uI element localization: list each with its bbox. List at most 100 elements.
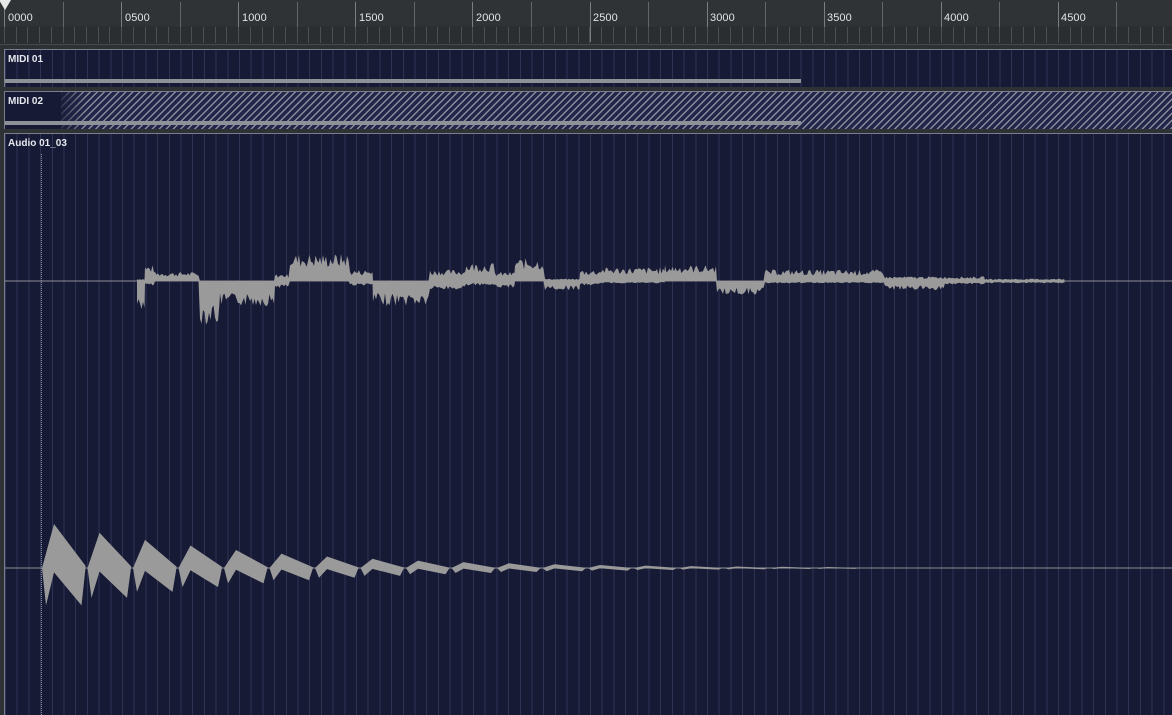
midi-event-bar[interactable] — [5, 121, 801, 125]
ruler-subtick — [98, 27, 99, 43]
ruler-subtick — [109, 27, 110, 43]
ruler-subtick — [168, 27, 169, 43]
ruler-subtick — [74, 27, 75, 43]
ruler-subtick — [929, 27, 930, 43]
ruler-subtick — [355, 27, 356, 43]
ruler-subtick — [121, 27, 122, 43]
ruler-subtick — [437, 27, 438, 43]
ruler-label: 4000 — [944, 12, 969, 24]
audio-waveform — [5, 254, 1172, 606]
ruler-subtick — [203, 27, 204, 43]
ruler-subtick — [332, 27, 333, 43]
ruler-subtick — [1034, 27, 1035, 43]
ruler-label: 2000 — [476, 12, 501, 24]
waveform-pulse — [178, 545, 222, 588]
ruler-subtick — [730, 27, 731, 43]
waveform-pulse — [542, 564, 586, 572]
ruler-subtick — [1128, 27, 1129, 43]
ruler-subtick — [472, 27, 473, 43]
ruler-subtick — [835, 27, 836, 43]
ruler-subtick — [707, 27, 708, 43]
waveform-pulse — [133, 539, 177, 592]
ruler-subtick — [543, 27, 544, 43]
ruler-subtick — [320, 27, 321, 43]
midi-event-bar[interactable] — [5, 79, 801, 83]
ruler-subtick — [742, 27, 743, 43]
ruler-label: 0500 — [125, 12, 150, 24]
waveform-pulse — [87, 532, 131, 598]
waveform-pulse — [451, 562, 495, 574]
ruler-subtick — [1116, 27, 1117, 43]
waveform-pulse — [224, 549, 268, 584]
ruler-subtick — [847, 27, 848, 43]
waveform-pulse — [815, 567, 859, 569]
waveform-pulse — [315, 556, 359, 578]
ruler-subtick — [660, 27, 661, 43]
ruler-subtick — [262, 27, 263, 43]
ruler-subtick — [402, 27, 403, 43]
waveform-pulse — [406, 560, 450, 575]
waveform-pulse — [633, 565, 677, 571]
ruler-subtick — [753, 27, 754, 43]
ruler-subtick — [226, 27, 227, 43]
ruler-subtick — [683, 27, 684, 43]
ruler-subtick — [859, 27, 860, 43]
ruler-subtick — [508, 27, 509, 43]
ruler-subtick — [496, 27, 497, 43]
ruler-subtick — [812, 27, 813, 43]
ruler-subtick — [1093, 27, 1094, 43]
ruler-subtick — [16, 27, 17, 43]
ruler-subtick — [414, 27, 415, 43]
ruler-subtick — [51, 27, 52, 43]
ruler-label: 4500 — [1061, 12, 1086, 24]
ruler-subtick — [1070, 27, 1071, 43]
ruler-subtick — [976, 27, 977, 43]
ruler-subtick — [789, 27, 790, 43]
ruler-subtick — [27, 27, 28, 43]
ruler-subtick — [390, 27, 391, 43]
ruler-tick — [590, 2, 591, 42]
ruler-subtick — [953, 27, 954, 43]
waveform-pulse — [269, 553, 313, 581]
ruler-subtick — [636, 27, 637, 43]
waveform-pulse — [770, 566, 814, 570]
ruler-subtick — [566, 27, 567, 43]
ruler-subtick — [1011, 27, 1012, 43]
ruler-subtick — [250, 27, 251, 43]
ruler-subtick — [63, 27, 64, 43]
ruler-subtick — [133, 27, 134, 43]
waveform-pulse — [497, 563, 541, 573]
ruler-subtick — [39, 27, 40, 43]
ruler-subtick — [285, 27, 286, 43]
ruler-subtick — [1081, 27, 1082, 43]
ruler-subtick — [426, 27, 427, 43]
waveform-pulse — [724, 566, 768, 570]
ruler-subtick — [882, 27, 883, 43]
track-midi-02[interactable]: MIDI 02 — [4, 91, 1172, 129]
ruler-label: 1000 — [242, 12, 267, 24]
ruler-subtick — [1105, 27, 1106, 43]
track-title: MIDI 02 — [8, 96, 44, 107]
ruler-subtick — [484, 27, 485, 43]
waveform-pulse — [42, 524, 86, 606]
track-audio-01-03[interactable]: Audio 01_03 — [4, 133, 1172, 715]
ruler-subtick — [1140, 27, 1141, 43]
ruler-subtick — [519, 27, 520, 43]
ruler-subtick — [297, 27, 298, 43]
playhead-marker-icon[interactable] — [0, 0, 11, 10]
ruler-subtick — [695, 27, 696, 43]
ruler-subtick — [917, 27, 918, 43]
ruler-subtick — [964, 27, 965, 43]
ruler-label: 0000 — [8, 12, 33, 24]
ruler-subtick — [718, 27, 719, 43]
track-midi-01[interactable]: MIDI 01 — [4, 49, 1172, 87]
track-title: MIDI 01 — [8, 54, 44, 65]
ruler-subtick — [589, 27, 590, 43]
ruler-label: 1500 — [359, 12, 384, 24]
ruler-subtick — [1058, 27, 1059, 43]
ruler-subtick — [613, 27, 614, 43]
ruler-subtick — [800, 27, 801, 43]
timeline-ruler[interactable]: 0000 0500 1000 1500 2000 2500 3000 3500 … — [0, 0, 1172, 45]
ruler-subtick — [191, 27, 192, 43]
ruler-subtick — [988, 27, 989, 43]
